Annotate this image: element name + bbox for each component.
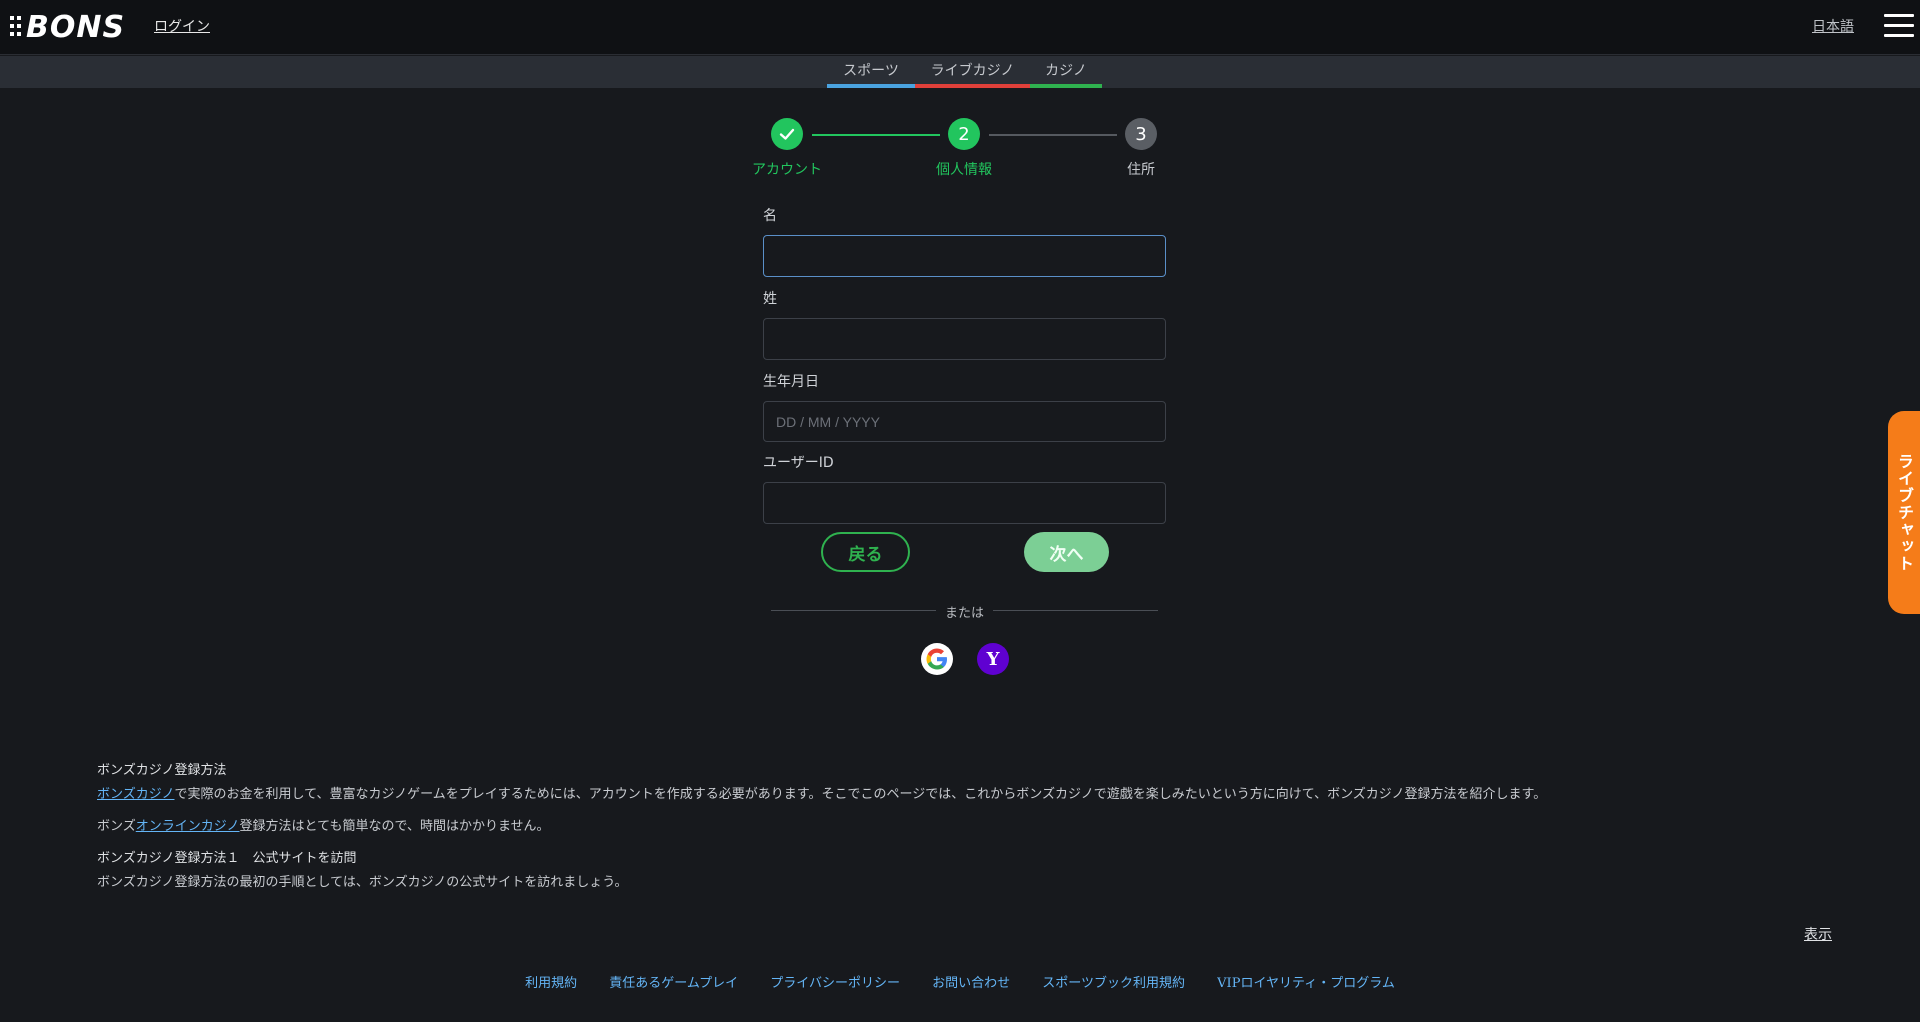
footer-link-vip[interactable]: VIPロイヤリティ・プログラム: [1217, 976, 1395, 991]
step-2-label: 個人情報: [936, 162, 992, 178]
bons-casino-link[interactable]: ボンズカジノ: [97, 787, 174, 802]
tab-sports-underline: [827, 84, 915, 88]
tab-casino[interactable]: カジノ: [1030, 56, 1102, 88]
first-name-input[interactable]: [763, 235, 1166, 277]
last-name-input[interactable]: [763, 318, 1166, 360]
or-text: または: [944, 606, 984, 621]
top-header: BONS ログイン 日本語: [0, 0, 1920, 55]
tab-live-casino[interactable]: ライブカジノ: [915, 56, 1030, 88]
step-1-check-icon: [771, 118, 803, 150]
footer-link-terms[interactable]: 利用規約: [525, 976, 577, 991]
first-name-label: 名: [763, 208, 777, 224]
dob-label: 生年月日: [763, 374, 819, 390]
guide-paragraph-2-prefix: ボンズ: [97, 819, 136, 834]
step-3-number: 3: [1135, 123, 1147, 145]
footer-link-privacy[interactable]: プライバシーポリシー: [770, 976, 900, 991]
tab-live-casino-underline: [915, 84, 1030, 88]
guide-title-1: ボンズカジノ登録方法: [97, 763, 227, 778]
live-chat-label: ライブチャット: [1895, 453, 1914, 572]
login-link[interactable]: ログイン: [154, 16, 210, 36]
yahoo-login-icon[interactable]: Y: [977, 643, 1009, 675]
userid-input[interactable]: [763, 482, 1166, 524]
guide-paragraph-1: ボンズカジノで実際のお金を利用して、豊富なカジノゲームをプレイするためには、アカ…: [97, 786, 1797, 804]
guide-paragraph-2: ボンズオンラインカジノ登録方法はとても簡単なので、時間はかかりません。: [97, 818, 1797, 836]
registration-stepper: 2 3 アカウント 個人情報 住所: [740, 118, 1180, 178]
google-login-icon[interactable]: [921, 643, 953, 675]
tab-sports[interactable]: スポーツ: [827, 56, 915, 88]
personal-info-form: 名 姓 生年月日 ユーザーID: [763, 205, 1166, 524]
last-name-label: 姓: [763, 291, 777, 307]
step-3-label: 住所: [1127, 162, 1155, 178]
guide-paragraph-2-text: 登録方法はとても簡単なので、時間はかかりません。: [239, 819, 550, 834]
or-divider: または: [771, 600, 1158, 621]
footer-links: 利用規約 責任あるゲームプレイ プライバシーポリシー お問い合わせ スポーツブッ…: [0, 972, 1920, 991]
live-chat-button[interactable]: ライブチャット: [1888, 411, 1920, 614]
next-button[interactable]: 次へ: [1024, 532, 1109, 572]
step-1-label: アカウント: [752, 162, 822, 178]
step-2-circle: 2: [948, 118, 980, 150]
language-selector[interactable]: 日本語: [1812, 16, 1854, 36]
guide-title-2: ボンズカジノ登録方法１ 公式サイトを訪問: [97, 851, 357, 866]
footer-link-contact[interactable]: お問い合わせ: [932, 976, 1010, 991]
online-casino-link[interactable]: オンラインカジノ: [136, 819, 240, 834]
footer-link-responsible-gaming[interactable]: 責任あるゲームプレイ: [609, 976, 738, 991]
step-2-number: 2: [958, 123, 970, 145]
logo-text: BONS: [26, 9, 126, 45]
step-connector-2: [989, 134, 1117, 136]
category-nav: スポーツ ライブカジノ カジノ: [0, 56, 1920, 88]
back-button[interactable]: 戻る: [821, 532, 910, 572]
hamburger-menu-icon[interactable]: [1884, 14, 1914, 38]
footer-link-sportsbook-terms[interactable]: スポーツブック利用規約: [1042, 976, 1185, 991]
show-more-link[interactable]: 表示: [1804, 924, 1832, 944]
tab-live-casino-label: ライブカジノ: [930, 63, 1015, 79]
step-connector-1: [812, 134, 940, 136]
registration-guide: ボンズカジノ登録方法 ボンズカジノで実際のお金を利用して、豊富なカジノゲームをプ…: [97, 762, 1797, 892]
or-line-right: [993, 610, 1158, 611]
logo-dots-icon: [10, 16, 22, 38]
guide-paragraph-3: ボンズカジノ登録方法の最初の手順としては、ボンズカジノの公式サイトを訪れましょう…: [97, 875, 628, 890]
tab-sports-label: スポーツ: [843, 63, 899, 79]
tab-casino-label: カジノ: [1045, 63, 1087, 79]
guide-paragraph-1-text: で実際のお金を利用して、豊富なカジノゲームをプレイするためには、アカウントを作成…: [174, 787, 1547, 802]
dob-input[interactable]: [763, 401, 1166, 442]
step-3-circle: 3: [1125, 118, 1157, 150]
tab-casino-underline: [1030, 84, 1102, 88]
userid-label: ユーザーID: [763, 455, 834, 471]
bons-logo[interactable]: BONS: [10, 9, 126, 45]
